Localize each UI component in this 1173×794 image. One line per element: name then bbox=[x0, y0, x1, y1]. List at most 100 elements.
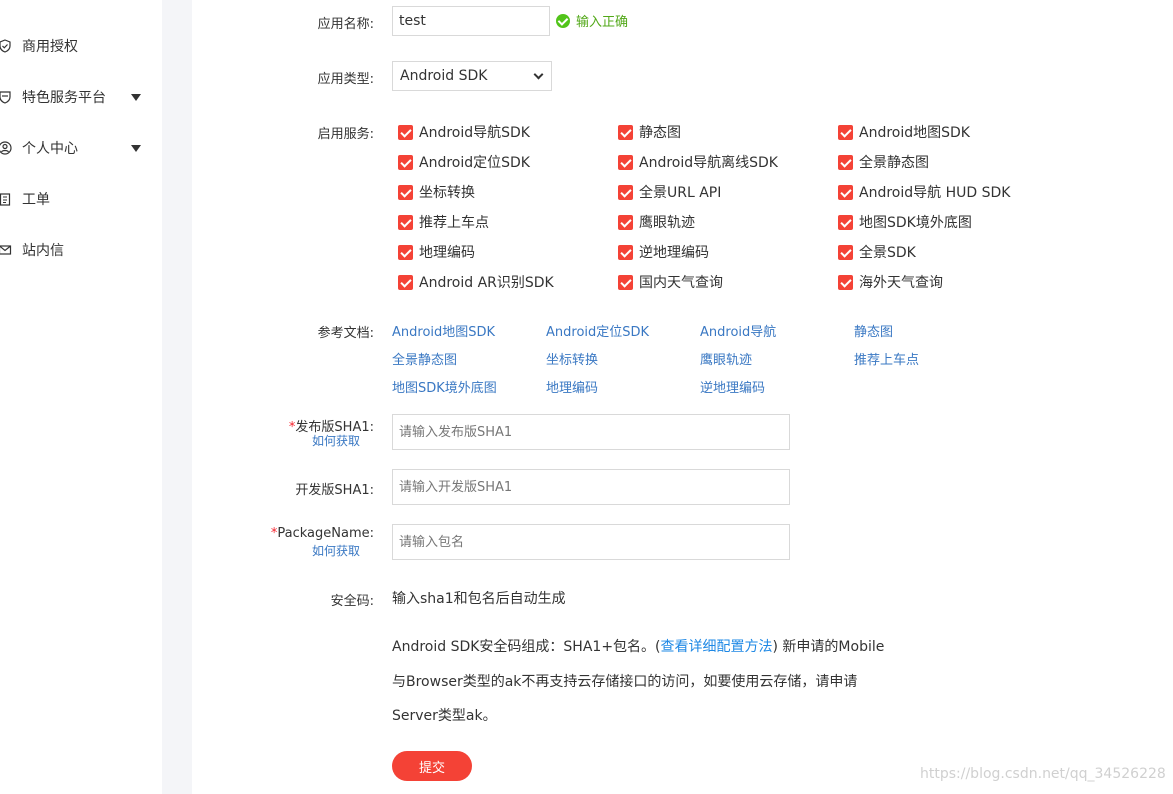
note-line-2: 与Browser类型的ak不再支持云存储接口的访问，如要使用云存储，请申请 bbox=[392, 674, 858, 690]
config-method-link[interactable]: 查看详细配置方法 bbox=[661, 639, 773, 655]
sidebar-item-label: 特色服务平台 bbox=[22, 90, 106, 106]
service-label: Android导航SDK bbox=[419, 125, 530, 141]
caret-down-icon[interactable] bbox=[131, 94, 141, 101]
package-name-help-link[interactable]: 如何获取 bbox=[312, 542, 360, 559]
sidebar-item-commercial-auth[interactable]: 商用授权 bbox=[0, 34, 160, 58]
service-label: 坐标转换 bbox=[419, 185, 475, 201]
service-label: Android地图SDK bbox=[859, 125, 970, 141]
chevron-down-icon bbox=[533, 69, 544, 80]
service-label: 国内天气查询 bbox=[639, 275, 723, 291]
shield-check-icon bbox=[0, 39, 12, 53]
checkbox-checked-icon[interactable] bbox=[618, 214, 633, 230]
service-label: 静态图 bbox=[639, 125, 681, 141]
checkbox-checked-icon[interactable] bbox=[838, 184, 853, 200]
checkbox-checked-icon[interactable] bbox=[398, 124, 413, 140]
service-checkbox[interactable]: 地图SDK境外底图 bbox=[838, 212, 972, 232]
service-checkbox[interactable]: Android地图SDK bbox=[838, 122, 970, 142]
clipboard-icon bbox=[0, 192, 12, 206]
caret-down-icon[interactable] bbox=[131, 145, 141, 152]
sidebar-item-label: 工单 bbox=[22, 192, 50, 208]
service-checkbox[interactable]: Android AR识别SDK bbox=[398, 272, 554, 292]
checkbox-checked-icon[interactable] bbox=[618, 184, 633, 200]
checkbox-checked-icon[interactable] bbox=[838, 244, 853, 260]
service-checkbox[interactable]: Android导航离线SDK bbox=[618, 152, 778, 172]
package-name-label: *PackageName: bbox=[271, 526, 374, 541]
doc-link[interactable]: Android导航 bbox=[700, 321, 776, 340]
checkbox-checked-icon[interactable] bbox=[398, 274, 413, 290]
service-checkbox[interactable]: 地理编码 bbox=[398, 242, 475, 262]
validation-message: 输入正确 bbox=[556, 11, 628, 30]
dev-sha1-input[interactable] bbox=[392, 469, 790, 505]
docs-label: 参考文档: bbox=[317, 326, 374, 341]
service-checkbox[interactable]: 静态图 bbox=[618, 122, 681, 142]
service-label: 地理编码 bbox=[419, 245, 475, 261]
checkbox-checked-icon[interactable] bbox=[838, 274, 853, 290]
validation-text: 输入正确 bbox=[576, 15, 629, 30]
service-checkbox[interactable]: 鹰眼轨迹 bbox=[618, 212, 695, 232]
doc-link[interactable]: 坐标转换 bbox=[546, 349, 598, 368]
doc-link[interactable]: 地理编码 bbox=[546, 377, 598, 396]
checkbox-checked-icon[interactable] bbox=[398, 244, 413, 260]
service-checkbox[interactable]: 坐标转换 bbox=[398, 182, 475, 202]
checkbox-checked-icon[interactable] bbox=[398, 184, 413, 200]
doc-link[interactable]: 全景静态图 bbox=[392, 349, 457, 368]
service-checkbox[interactable]: 国内天气查询 bbox=[618, 272, 723, 292]
sidebar-item-label: 个人中心 bbox=[22, 141, 78, 157]
app-type-value: Android SDK bbox=[400, 68, 488, 84]
app-type-label: 应用类型: bbox=[317, 72, 374, 87]
service-checkbox[interactable]: Android导航SDK bbox=[398, 122, 530, 142]
doc-link[interactable]: 逆地理编码 bbox=[700, 377, 765, 396]
sidebar-item-special-services[interactable]: 特色服务平台 bbox=[0, 85, 160, 109]
checkbox-checked-icon[interactable] bbox=[838, 124, 853, 140]
release-sha1-input[interactable] bbox=[392, 414, 790, 450]
release-sha1-help-link[interactable]: 如何获取 bbox=[312, 432, 360, 449]
checkbox-checked-icon[interactable] bbox=[838, 214, 853, 230]
service-checkbox[interactable]: 全景SDK bbox=[838, 242, 916, 262]
doc-link[interactable]: 地图SDK境外底图 bbox=[392, 377, 497, 396]
package-name-input[interactable] bbox=[392, 524, 790, 560]
note-line-3: Server类型ak。 bbox=[392, 708, 497, 724]
service-checkbox[interactable]: 推荐上车点 bbox=[398, 212, 489, 232]
sidebar-item-messages[interactable]: 站内信 bbox=[0, 238, 160, 262]
service-label: Android导航 HUD SDK bbox=[859, 185, 1011, 201]
service-checkbox[interactable]: 全景静态图 bbox=[838, 152, 929, 172]
checkbox-checked-icon[interactable] bbox=[618, 274, 633, 290]
security-code-value: 输入sha1和包名后自动生成 bbox=[392, 591, 566, 607]
app-type-select[interactable]: Android SDK bbox=[392, 61, 552, 91]
checkbox-checked-icon[interactable] bbox=[838, 154, 853, 170]
doc-link[interactable]: Android地图SDK bbox=[392, 321, 495, 340]
security-code-label: 安全码: bbox=[330, 594, 374, 609]
service-checkbox[interactable]: Android定位SDK bbox=[398, 152, 530, 172]
service-label: 海外天气查询 bbox=[859, 275, 943, 291]
app-name-label: 应用名称: bbox=[317, 17, 374, 32]
sidebar: 商用授权 特色服务平台 个人中心 工单 站内信 bbox=[0, 0, 162, 794]
service-label: 鹰眼轨迹 bbox=[639, 215, 695, 231]
checkbox-checked-icon[interactable] bbox=[618, 154, 633, 170]
checkbox-checked-icon[interactable] bbox=[398, 214, 413, 230]
note-text: Android SDK安全码组成：SHA1+包名。( bbox=[392, 639, 661, 655]
service-label: 逆地理编码 bbox=[639, 245, 709, 261]
note-line-1: Android SDK安全码组成：SHA1+包名。(查看详细配置方法) 新申请的… bbox=[392, 636, 884, 656]
services-label: 启用服务: bbox=[317, 127, 374, 142]
service-checkbox[interactable]: Android导航 HUD SDK bbox=[838, 182, 1010, 202]
envelope-icon bbox=[0, 243, 12, 257]
checkbox-checked-icon[interactable] bbox=[618, 244, 633, 260]
sidebar-item-tickets[interactable]: 工单 bbox=[0, 187, 160, 211]
checkbox-checked-icon[interactable] bbox=[618, 124, 633, 140]
service-checkbox[interactable]: 全景URL API bbox=[618, 182, 721, 202]
doc-link[interactable]: 推荐上车点 bbox=[854, 349, 919, 368]
service-label: 全景URL API bbox=[639, 185, 722, 201]
service-checkbox[interactable]: 海外天气查询 bbox=[838, 272, 943, 292]
doc-link[interactable]: 鹰眼轨迹 bbox=[700, 349, 752, 368]
service-label: Android导航离线SDK bbox=[639, 155, 778, 171]
check-circle-icon bbox=[556, 13, 570, 28]
service-checkbox[interactable]: 逆地理编码 bbox=[618, 242, 709, 262]
heart-shield-icon bbox=[0, 90, 12, 104]
checkbox-checked-icon[interactable] bbox=[398, 154, 413, 170]
doc-link[interactable]: Android定位SDK bbox=[546, 321, 649, 340]
submit-button[interactable]: 提交 bbox=[392, 751, 472, 781]
sidebar-item-personal-center[interactable]: 个人中心 bbox=[0, 136, 160, 160]
app-name-input[interactable] bbox=[392, 6, 550, 36]
doc-link[interactable]: 静态图 bbox=[854, 321, 893, 340]
dev-sha1-label: 开发版SHA1: bbox=[295, 483, 374, 498]
